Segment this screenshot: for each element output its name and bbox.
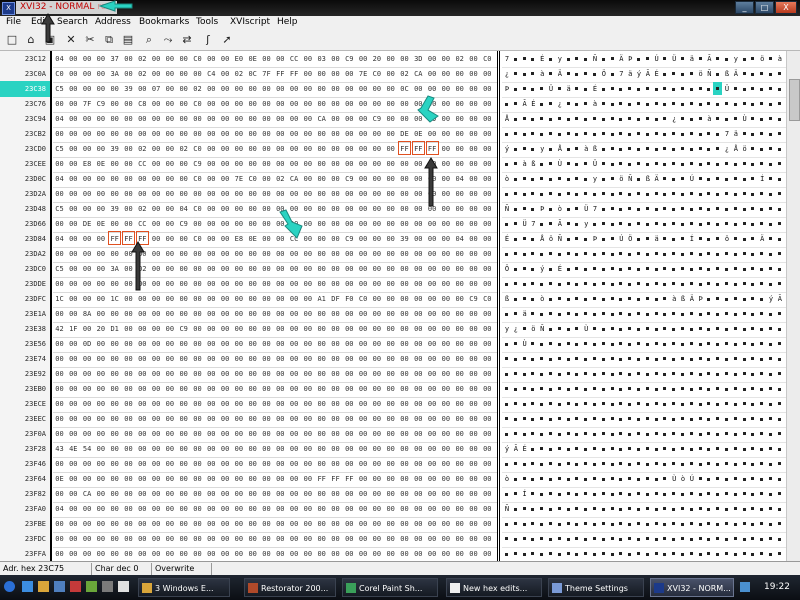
arrow-ff-up-2 [131, 241, 145, 291]
annotation-arrows [41, 0, 439, 291]
arrow-ff-up-1 [424, 157, 438, 207]
arrow-cell-down-1 [417, 95, 439, 123]
arrow-cell-down-2 [279, 209, 303, 239]
arrow-title-up [41, 13, 55, 43]
arrow-title-icon [98, 0, 133, 12]
